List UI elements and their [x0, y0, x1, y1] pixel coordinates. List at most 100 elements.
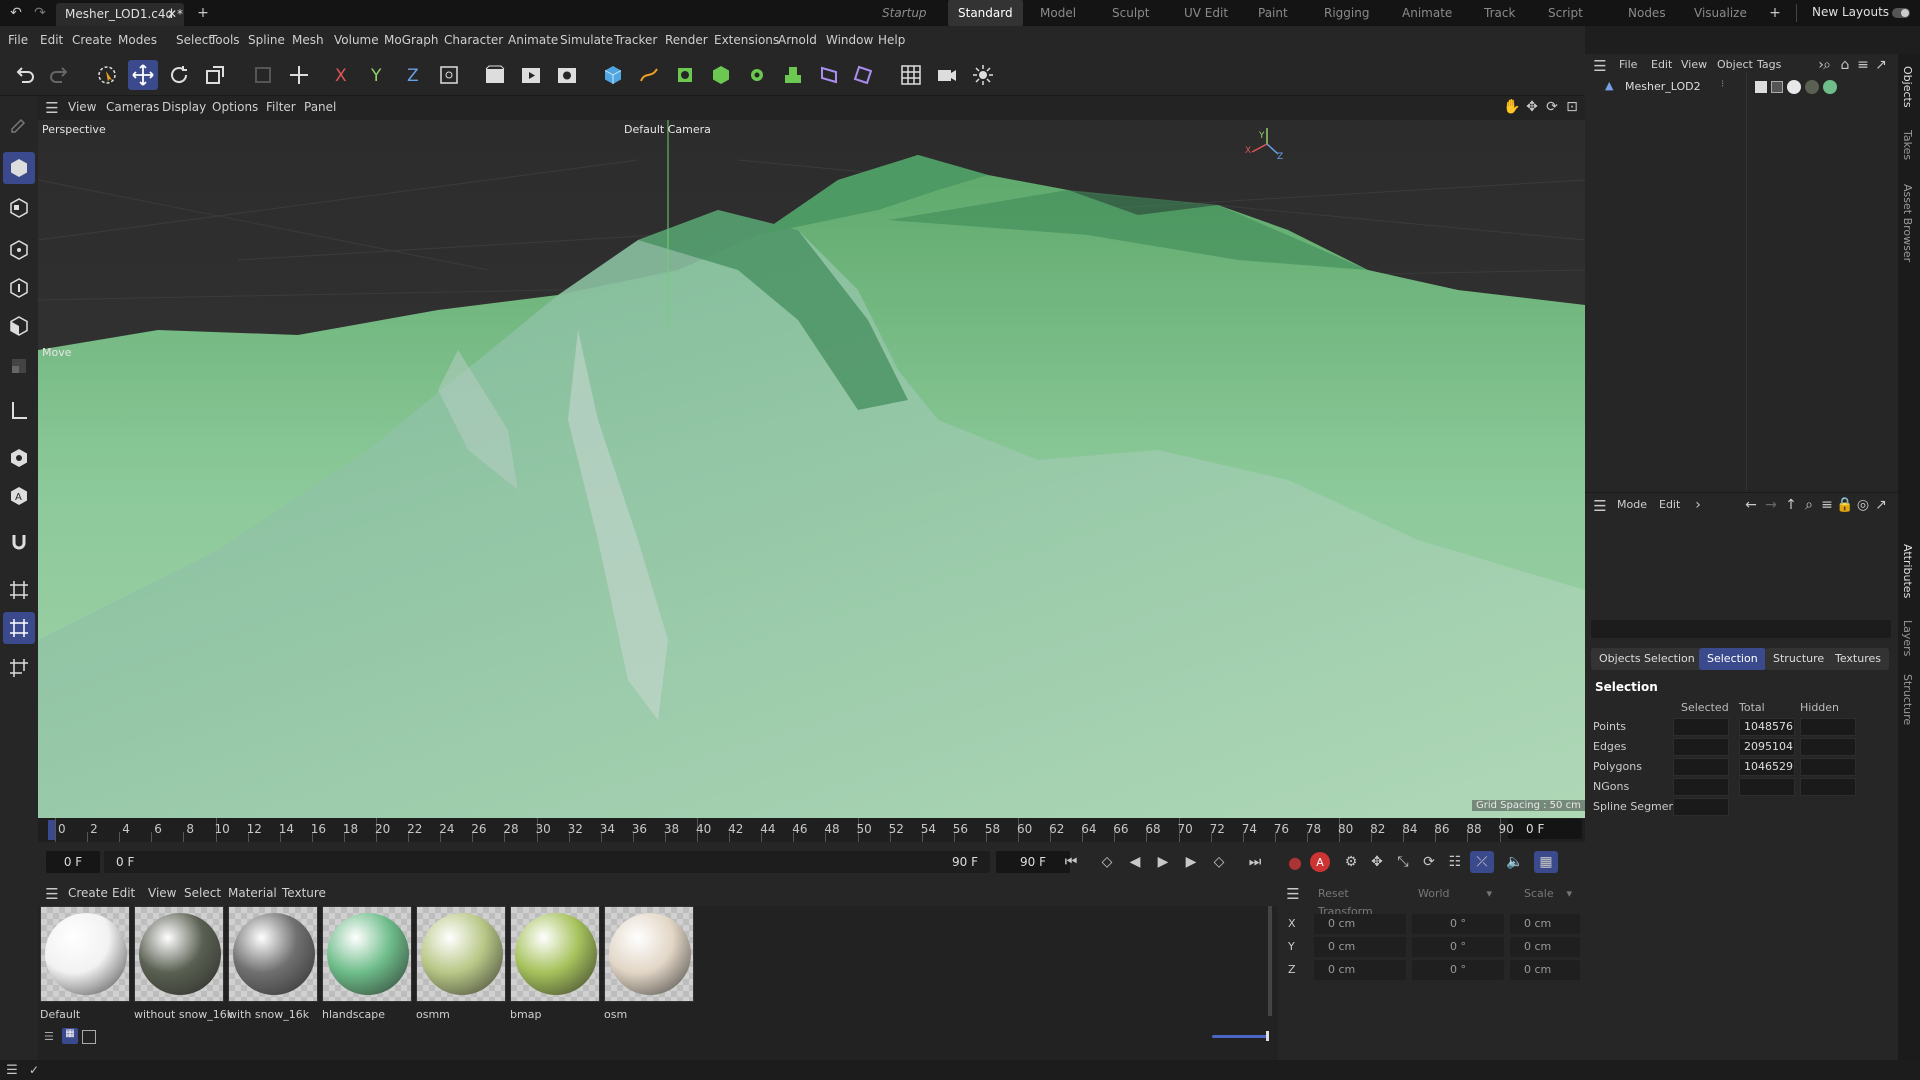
home-icon[interactable]: ⌂ [1837, 57, 1853, 73]
layout-tab-track[interactable]: Track [1484, 0, 1515, 26]
material-swatch[interactable]: hlandscape [322, 906, 412, 1021]
menu-create[interactable]: Create [72, 33, 112, 47]
orbit-view-icon[interactable]: ⟳ [1544, 99, 1560, 115]
menu-select[interactable]: Select [176, 33, 213, 47]
coord-rotation-field[interactable]: 0 ° [1412, 937, 1504, 957]
attr-more-icon[interactable]: › [1691, 497, 1705, 513]
layout-tab-script[interactable]: Script [1548, 0, 1583, 26]
key-parameter-icon[interactable]: ☷ [1444, 852, 1466, 872]
menu-mesh[interactable]: Mesh [292, 33, 324, 47]
dolly-view-icon[interactable]: ✥ [1524, 99, 1540, 115]
visibility-dots-icon[interactable]: ⁝ [1721, 79, 1724, 90]
material-menu-select[interactable]: Select [184, 886, 221, 900]
side-tab-attributes[interactable]: Attributes [1901, 544, 1914, 598]
lock-icon[interactable]: 🔒 [1836, 497, 1853, 513]
undo-tool-icon[interactable] [10, 60, 40, 90]
coordinate-system-icon[interactable] [434, 60, 464, 90]
menu-simulate[interactable]: Simulate [560, 33, 613, 47]
coord-scale-field[interactable]: 0 cm [1510, 937, 1580, 957]
uvw-tag-icon[interactable] [1771, 81, 1783, 93]
new-layouts-label[interactable]: New Layouts [1812, 5, 1889, 19]
key-scale-icon[interactable]: ⤡ [1392, 852, 1414, 872]
undo-icon[interactable]: ↶ [6, 4, 26, 22]
camera-label[interactable]: Default Camera [624, 123, 711, 136]
menu-render[interactable]: Render [665, 33, 708, 47]
material-swatch[interactable]: with snow_16k [228, 906, 318, 1021]
layout-tab-nodes[interactable]: Nodes [1628, 0, 1666, 26]
maximize-view-icon[interactable]: ⊡ [1564, 99, 1580, 115]
workplane-lock-icon[interactable] [3, 612, 35, 644]
menu-arnold[interactable]: Arnold [778, 33, 817, 47]
prev-key-icon[interactable]: ◇ [1096, 852, 1118, 872]
points-mode-icon[interactable] [3, 234, 35, 266]
new-window-icon[interactable]: ↗ [1873, 57, 1889, 73]
mograph-cloner-icon[interactable] [742, 60, 772, 90]
prev-frame-icon[interactable]: ◀ [1124, 852, 1146, 872]
move-axis-icon[interactable] [284, 60, 314, 90]
objects-menu-view[interactable]: View [1681, 58, 1707, 71]
layout-tab-rigging[interactable]: Rigging [1324, 0, 1369, 26]
coord-rotation-field[interactable]: 0 ° [1412, 914, 1504, 934]
menu-window[interactable]: Window [826, 33, 873, 47]
current-frame-field[interactable]: 0 F [1508, 819, 1582, 839]
key-pla-icon[interactable]: ⤫ [1470, 851, 1494, 873]
play-icon[interactable]: ▶ [1152, 852, 1174, 872]
layout-tab-sculpt[interactable]: Sculpt [1112, 0, 1149, 26]
material-swatch[interactable]: osm [604, 906, 694, 1021]
attributes-menu-edit[interactable]: Edit [1659, 498, 1680, 511]
zoom-slider-handle[interactable] [1266, 1031, 1269, 1041]
menu-volume[interactable]: Volume [334, 33, 379, 47]
material-swatch[interactable]: without snow_16k [134, 906, 233, 1021]
attr-new-window-icon[interactable]: ↗ [1873, 497, 1889, 513]
up-arrow-icon[interactable]: ↑ [1783, 497, 1799, 513]
floor-grid-icon[interactable] [896, 60, 926, 90]
large-view-icon[interactable] [82, 1030, 96, 1044]
grid-view-icon[interactable]: ▦ [62, 1028, 78, 1044]
material-tag-landscape[interactable] [1823, 80, 1837, 94]
attributes-hamburger-icon[interactable]: ☰ [1591, 497, 1609, 515]
menu-spline[interactable]: Spline [248, 33, 285, 47]
object-row[interactable]: ▲ Mesher_LOD2 ⁝ [1605, 78, 1730, 96]
next-frame-icon[interactable]: ▶ [1180, 852, 1202, 872]
attr-tab-structure[interactable]: Structure [1765, 648, 1833, 670]
menu-animate[interactable]: Animate [508, 33, 558, 47]
tweak-mode-icon[interactable] [3, 442, 35, 474]
sound-icon[interactable]: 🔈 [1504, 852, 1526, 872]
menu-tools[interactable]: Tools [210, 33, 240, 47]
material-menu-texture[interactable]: Texture [282, 886, 326, 900]
add-layout-icon[interactable]: + [1766, 4, 1784, 22]
live-selection-icon[interactable] [92, 60, 122, 90]
layout-tab-paint[interactable]: Paint [1258, 0, 1288, 26]
filter-icon[interactable]: ≡ [1855, 57, 1871, 73]
range-slider[interactable]: 0 F 90 F [104, 851, 990, 873]
reset-transform-button[interactable]: Reset Transform [1308, 885, 1403, 918]
record-icon[interactable]: ● [1284, 852, 1306, 872]
attr-tab-selection[interactable]: Selection [1699, 648, 1766, 670]
layout-tab-animate[interactable]: Animate [1402, 0, 1452, 26]
layout-tab-uv-edit[interactable]: UV Edit [1184, 0, 1228, 26]
side-tab-structure[interactable]: Structure [1901, 674, 1914, 725]
spline-pen-icon[interactable] [634, 60, 664, 90]
start-frame-field[interactable]: 0 F [46, 851, 100, 873]
objects-menu-tags[interactable]: Tags [1757, 58, 1781, 71]
layout-tab-standard[interactable]: Standard [948, 0, 1023, 26]
search-icon[interactable]: ⌕ [1819, 57, 1835, 73]
coord-scale-field[interactable]: 0 cm [1510, 960, 1580, 980]
material-scrollbar[interactable] [1268, 906, 1272, 1016]
coord-position-field[interactable]: 0 cm [1314, 914, 1406, 934]
pan-view-icon[interactable]: ✋ [1503, 99, 1520, 115]
texture-mode-icon[interactable] [3, 192, 35, 224]
light-icon[interactable] [968, 60, 998, 90]
attributes-search-field[interactable] [1591, 620, 1891, 638]
uv-mode-icon[interactable] [3, 350, 35, 382]
menu-mograph[interactable]: MoGraph [384, 33, 439, 47]
back-arrow-icon[interactable]: ← [1743, 497, 1759, 513]
menu-help[interactable]: Help [878, 33, 905, 47]
layout-tab-startup[interactable]: Startup [882, 0, 927, 26]
layout-tab-model[interactable]: Model [1040, 0, 1076, 26]
attr-filter-icon[interactable]: ≡ [1819, 497, 1835, 513]
render-settings-icon[interactable] [552, 60, 582, 90]
viewport-menu-filter[interactable]: Filter [266, 100, 296, 114]
redo-icon[interactable]: ↷ [30, 4, 50, 22]
viewport-menu-options[interactable]: Options [212, 100, 258, 114]
